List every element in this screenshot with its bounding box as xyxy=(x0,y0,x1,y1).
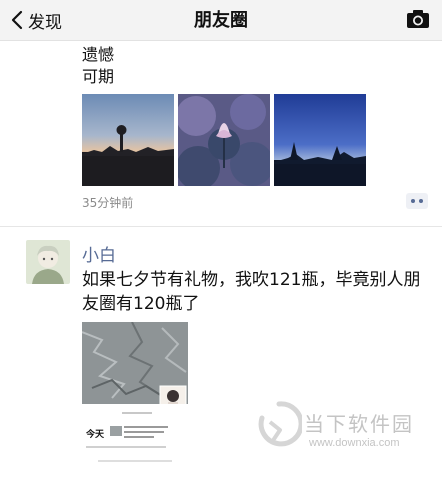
user-name[interactable]: 小白 xyxy=(82,241,116,266)
watermark-logo-icon xyxy=(258,401,302,447)
avatar-image xyxy=(26,240,70,284)
post-text: 如果七夕节有礼物，我吹121瓶，毕竟别人朋友圈有120瓶了 xyxy=(82,270,421,314)
avatar[interactable] xyxy=(26,240,70,284)
post-text-line: 遗憾 xyxy=(82,45,115,64)
night-sky-photo-image xyxy=(274,94,366,186)
comment-icon[interactable] xyxy=(406,192,428,210)
screenshot-heading: 今天 xyxy=(85,428,105,440)
camera-icon[interactable] xyxy=(406,9,430,29)
post-text-line: 可期 xyxy=(82,67,115,86)
post-photo-night[interactable] xyxy=(274,94,366,186)
page-title: 朋友圈 xyxy=(194,10,248,31)
post-photo-sunset[interactable] xyxy=(82,94,174,186)
watermark-title: 当下软件园 xyxy=(304,412,414,436)
screenshot-photo-image: 今天 xyxy=(82,322,188,468)
post-divider xyxy=(0,226,442,227)
post-photo-screenshot[interactable]: 今天 xyxy=(82,322,188,468)
sunset-photo-image xyxy=(82,94,174,186)
navigation-bar: 发现 朋友圈 xyxy=(0,0,442,41)
moments-page: 发现 朋友圈 遗憾 可期 35分钟前 小白 如果七夕节有礼物，我吹121瓶，毕竟… xyxy=(0,0,442,477)
post-photo-lotus[interactable] xyxy=(178,94,270,186)
watermark-url: www.downxia.com xyxy=(309,437,400,449)
post-text: 遗憾 可期 xyxy=(82,44,114,88)
post-timestamp: 35分钟前 xyxy=(82,196,134,210)
lotus-photo-image xyxy=(178,94,270,186)
